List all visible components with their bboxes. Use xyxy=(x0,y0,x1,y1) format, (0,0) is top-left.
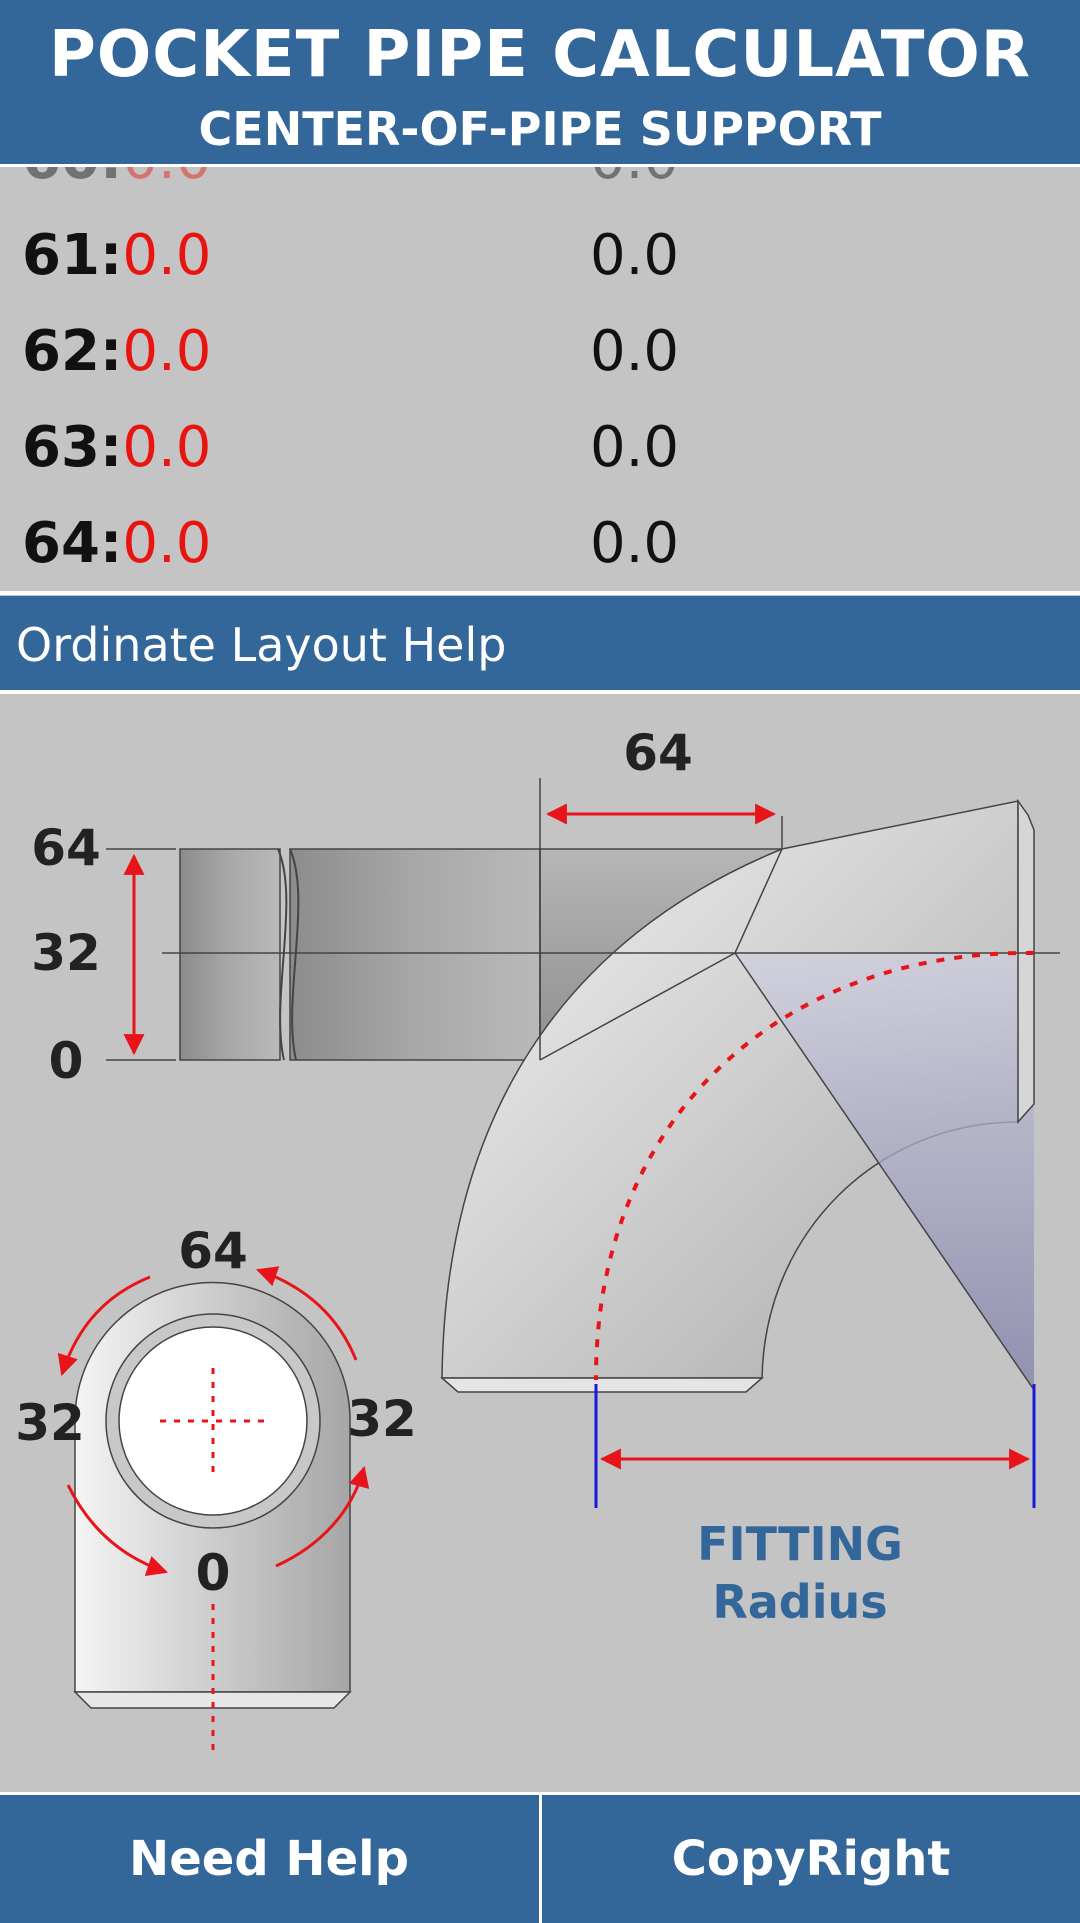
row-value: 0.0 xyxy=(590,223,680,288)
list-item: 60:0.0 0.0 xyxy=(0,167,1080,207)
ordinate-help-bar: Ordinate Layout Help xyxy=(0,596,1080,690)
fitting-label: FITTING xyxy=(697,1517,903,1571)
row-value-red: 0.0 xyxy=(122,511,212,576)
row-number: 63: xyxy=(22,415,123,480)
app-subtitle: CENTER-OF-PIPE SUPPORT xyxy=(198,102,882,156)
top-dimension: 64 xyxy=(545,724,777,825)
cross-label-top: 64 xyxy=(178,1222,248,1280)
divider xyxy=(0,591,1080,595)
list-item: 62:0.0 0.0 xyxy=(0,303,1080,399)
copyright-button[interactable]: CopyRight xyxy=(542,1795,1080,1923)
row-value: 0.0 xyxy=(590,511,680,576)
fitting-radius-dimension: FITTING Radius xyxy=(594,1384,1036,1629)
list-item: 61:0.0 0.0 xyxy=(0,207,1080,303)
list-item: 64:0.0 0.0 xyxy=(0,495,1080,591)
row-value: 0.0 xyxy=(590,319,680,384)
results-list[interactable]: 60:0.0 0.0 61:0.0 0.0 62:0.0 0.0 63:0.0 … xyxy=(0,167,1080,591)
left-scale: 64 32 0 xyxy=(31,819,176,1090)
scale-label-mid: 32 xyxy=(31,924,101,982)
list-item: 63:0.0 0.0 xyxy=(0,399,1080,495)
row-value: 0.0 xyxy=(590,167,679,192)
cross-label-bottom: 0 xyxy=(196,1544,231,1602)
top-dimension-label: 64 xyxy=(623,724,693,782)
radius-label: Radius xyxy=(712,1575,887,1629)
row-number: 61: xyxy=(22,223,123,288)
scale-label-top: 64 xyxy=(31,819,101,877)
scale-label-bottom: 0 xyxy=(49,1032,84,1090)
help-title: Ordinate Layout Help xyxy=(16,618,507,672)
app-title: POCKET PIPE CALCULATOR xyxy=(48,18,1032,92)
row-number: 60: xyxy=(22,167,122,192)
ordinate-layout-diagram: 64 64 32 0 FITTING Radius 64 32 32 0 xyxy=(0,694,1080,1792)
need-help-button[interactable]: Need Help xyxy=(0,1795,538,1923)
cross-label-right: 32 xyxy=(347,1390,417,1448)
row-value-red: 0.0 xyxy=(122,167,211,192)
row-number: 64: xyxy=(22,511,123,576)
row-value-red: 0.0 xyxy=(122,319,212,384)
app-header: POCKET PIPE CALCULATOR CENTER-OF-PIPE SU… xyxy=(0,0,1080,167)
row-value: 0.0 xyxy=(590,415,680,480)
row-value-red: 0.0 xyxy=(122,223,212,288)
footer-bar: Need Help CopyRight xyxy=(0,1792,1080,1923)
pipe-cross-section: 64 32 32 0 xyxy=(15,1222,417,1756)
cross-label-left: 32 xyxy=(15,1394,85,1452)
row-value-red: 0.0 xyxy=(122,415,212,480)
row-number: 62: xyxy=(22,319,123,384)
